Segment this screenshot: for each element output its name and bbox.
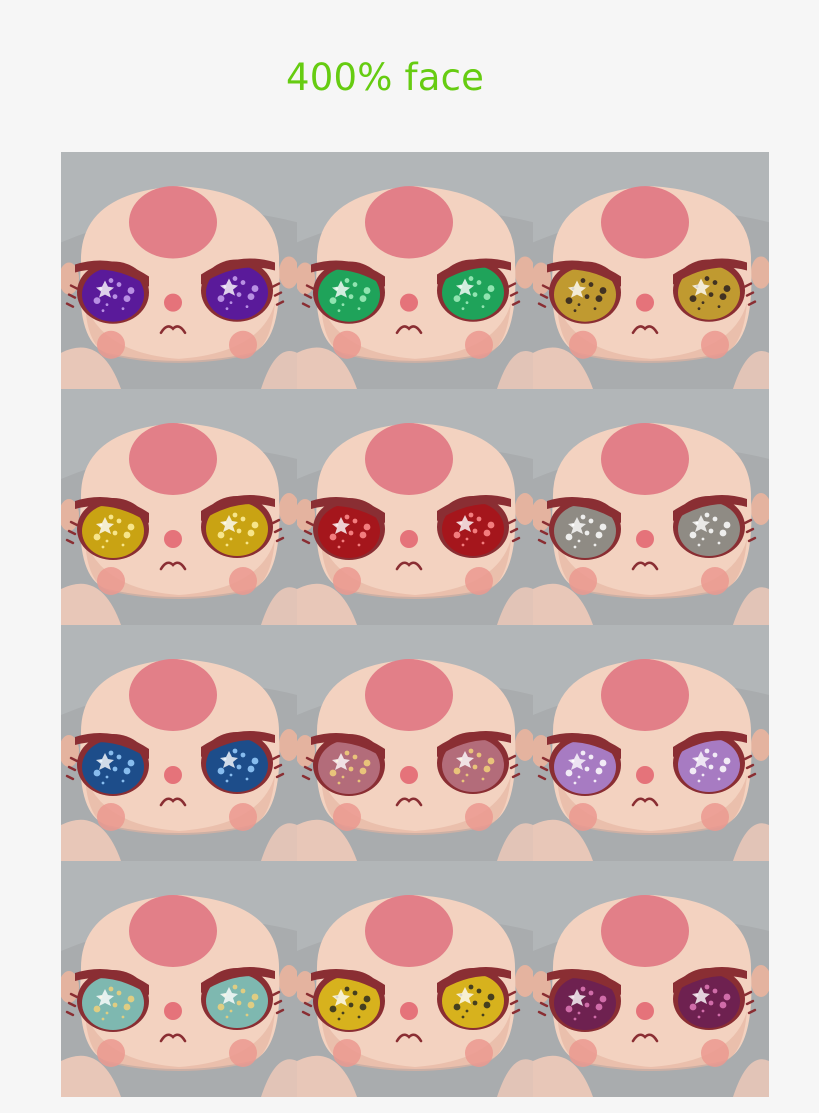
forehead-spot — [365, 895, 453, 967]
nose — [400, 766, 418, 784]
forehead-spot — [365, 186, 453, 259]
right-cheek — [701, 330, 729, 359]
face-tile — [61, 861, 297, 1097]
face-tile — [61, 389, 297, 625]
right-cheek — [465, 567, 493, 595]
right-cheek — [701, 803, 729, 831]
forehead-spot — [129, 659, 217, 731]
forehead-spot — [129, 895, 217, 967]
face-purple — [61, 152, 297, 389]
nose — [164, 530, 182, 548]
face-gold-black — [533, 152, 769, 389]
forehead-spot — [129, 186, 217, 259]
nose — [400, 530, 418, 548]
nose — [636, 530, 654, 548]
face-tile — [297, 625, 533, 861]
left-cheek — [97, 567, 125, 595]
face-aqua-gold — [61, 861, 297, 1097]
left-cheek — [333, 567, 361, 595]
left-cheek — [333, 1039, 361, 1067]
face-tile — [297, 389, 533, 625]
face-tile — [533, 389, 769, 625]
face-gold — [61, 389, 297, 625]
face-tile — [297, 861, 533, 1097]
face-pink-gold — [297, 625, 533, 861]
nose — [636, 1002, 654, 1020]
forehead-spot — [129, 423, 217, 495]
face-tile — [533, 625, 769, 861]
face-red — [297, 389, 533, 625]
nose — [400, 293, 418, 312]
forehead-spot — [365, 423, 453, 495]
right-cheek — [229, 330, 257, 359]
forehead-spot — [601, 186, 689, 259]
left-cheek — [569, 803, 597, 831]
nose — [636, 293, 654, 312]
forehead-spot — [601, 659, 689, 731]
right-cheek — [701, 1039, 729, 1067]
right-cheek — [465, 1039, 493, 1067]
right-cheek — [465, 330, 493, 359]
nose — [164, 766, 182, 784]
page-title: 400% face — [286, 56, 485, 99]
nose — [400, 1002, 418, 1020]
forehead-spot — [365, 659, 453, 731]
right-cheek — [229, 803, 257, 831]
right-cheek — [701, 567, 729, 595]
forehead-spot — [601, 423, 689, 495]
left-cheek — [97, 330, 125, 359]
face-yellow-black — [297, 861, 533, 1097]
face-lavender — [533, 625, 769, 861]
face-tile — [533, 152, 769, 389]
face-magenta — [533, 861, 769, 1097]
right-cheek — [465, 803, 493, 831]
nose — [164, 293, 182, 312]
face-tile — [61, 152, 297, 389]
left-cheek — [333, 803, 361, 831]
right-cheek — [229, 567, 257, 595]
face-tile — [297, 152, 533, 389]
left-cheek — [333, 330, 361, 359]
face-photo-grid — [61, 152, 769, 1097]
face-blue — [61, 625, 297, 861]
nose — [636, 766, 654, 784]
face-green — [297, 152, 533, 389]
left-cheek — [97, 803, 125, 831]
left-cheek — [569, 330, 597, 359]
face-tile — [533, 861, 769, 1097]
right-cheek — [229, 1039, 257, 1067]
nose — [164, 1002, 182, 1020]
left-cheek — [569, 567, 597, 595]
left-cheek — [569, 1039, 597, 1067]
left-cheek — [97, 1039, 125, 1067]
face-tile — [61, 625, 297, 861]
face-silver — [533, 389, 769, 625]
forehead-spot — [601, 895, 689, 967]
